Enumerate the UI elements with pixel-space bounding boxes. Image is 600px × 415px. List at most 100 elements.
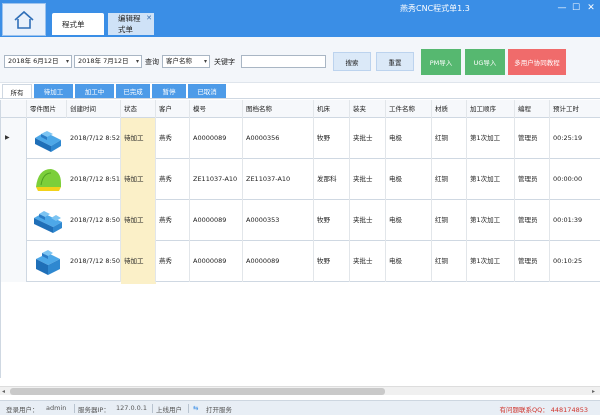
- search-button[interactable]: 搜索: [333, 52, 371, 71]
- query-label: 查询: [145, 58, 159, 66]
- cell-est-hours: 00:10:25: [550, 241, 600, 282]
- tab-pending[interactable]: 待加工: [34, 84, 73, 98]
- cell-machine: 牧野: [314, 118, 350, 159]
- query-field-select[interactable]: 客户名称 ▾: [162, 55, 210, 68]
- tab-edit-program-sheet[interactable]: 编辑程式单 ✕: [108, 13, 154, 35]
- cell-file-name: A0000356: [243, 118, 314, 159]
- col-mold[interactable]: 模号: [190, 100, 243, 118]
- part-thumbnail-blue-stepped: [34, 211, 62, 233]
- col-part-name[interactable]: 工件名称: [386, 100, 432, 118]
- tab-cancelled[interactable]: 已取消: [188, 84, 226, 98]
- home-icon: [14, 10, 34, 29]
- plug-icon: ⇆: [193, 404, 199, 412]
- horizontal-scrollbar[interactable]: ◂ ▸: [0, 386, 600, 395]
- cell-file-name: A0000353: [243, 200, 314, 241]
- col-programmer[interactable]: 编程: [515, 100, 550, 118]
- scroll-right-icon[interactable]: ▸: [592, 387, 595, 396]
- col-created[interactable]: 创建时间: [67, 100, 121, 118]
- table-row[interactable]: 2018/7/12 8:51 待加工 燕秀 ZE11037-A10 ZE1103…: [1, 159, 600, 200]
- cell-part-name: 电极: [386, 200, 432, 241]
- cell-machine: 牧野: [314, 200, 350, 241]
- divider: [152, 404, 153, 413]
- cell-programmer: 管理员: [515, 241, 550, 282]
- cell-customer: 燕秀: [156, 118, 190, 159]
- scrollbar-thumb[interactable]: [10, 388, 385, 395]
- cell-part-name: 电极: [386, 241, 432, 282]
- tab-all[interactable]: 所有: [2, 84, 32, 98]
- status-bar: 登录用户： admin 服务器IP： 127.0.0.1 上线用户 ⇆ 打开服务…: [0, 400, 600, 415]
- minimize-button[interactable]: —: [556, 2, 568, 14]
- cell-machine: 牧野: [314, 241, 350, 282]
- tab-processing[interactable]: 加工中: [75, 84, 114, 98]
- date-from-picker[interactable]: 2018年 6月12日 ▾: [4, 55, 72, 68]
- col-customer[interactable]: 客户: [156, 100, 190, 118]
- ug-import-button[interactable]: UG导入: [465, 49, 505, 75]
- multi-user-tutorial-button[interactable]: 多用户协同教程: [508, 49, 566, 75]
- cell-mold: A0000089: [190, 118, 243, 159]
- tab-paused[interactable]: 暂停: [152, 84, 186, 98]
- table-header: 零件图片 创建时间 状态 客户 模号 图档名称 机床 装夹 工件名称 材质 加工…: [1, 100, 600, 118]
- close-icon[interactable]: ✕: [146, 14, 152, 22]
- row-header[interactable]: [1, 200, 27, 241]
- cell-status: 待加工: [121, 118, 156, 159]
- cell-status: 待加工: [121, 159, 156, 200]
- cell-created: 2018/7/12 8:50: [67, 200, 121, 241]
- server-label: 服务器IP：: [78, 406, 110, 414]
- tab-program-sheet[interactable]: 程式单: [52, 13, 104, 35]
- login-label: 登录用户：: [6, 406, 39, 414]
- row-header[interactable]: [1, 159, 27, 200]
- cell-material: 红铜: [432, 200, 467, 241]
- cell-status: 待加工: [121, 200, 156, 241]
- cell-est-hours: 00:01:39: [550, 200, 600, 241]
- filter-bar: 2018年 6月12日 ▾ 2018年 7月12日 ▾ 查询 客户名称 ▾ 关键…: [0, 37, 600, 83]
- tab-completed[interactable]: 已完成: [116, 84, 150, 98]
- keyword-input[interactable]: [241, 55, 326, 68]
- part-thumbnail-blue-block: [35, 131, 61, 152]
- col-part-image[interactable]: 零件图片: [27, 100, 67, 118]
- table-row[interactable]: 2018/7/12 8:50 待加工 燕秀 A0000089 A0000089 …: [1, 241, 600, 282]
- chevron-down-icon: ▾: [203, 58, 207, 65]
- col-status[interactable]: 状态: [121, 100, 156, 118]
- cell-customer: 燕秀: [156, 200, 190, 241]
- title-bar: 程式单 编辑程式单 ✕ 燕秀CNC程式单1.3 — ☐ ✕: [0, 0, 600, 37]
- cell-part-name: 电极: [386, 159, 432, 200]
- cell-material: 红铜: [432, 118, 467, 159]
- open-service-link[interactable]: 打开服务: [206, 404, 232, 414]
- cell-mold: ZE11037-A10: [190, 159, 243, 200]
- row-header[interactable]: ▶: [1, 118, 27, 159]
- cell-created: 2018/7/12 8:51: [67, 159, 121, 200]
- cell-customer: 燕秀: [156, 241, 190, 282]
- row-header[interactable]: [1, 241, 27, 282]
- home-button[interactable]: [2, 3, 46, 36]
- program-table: 零件图片 创建时间 状态 客户 模号 图档名称 机床 装夹 工件名称 材质 加工…: [0, 100, 600, 378]
- maximize-button[interactable]: ☐: [570, 2, 582, 14]
- cell-est-hours: 00:25:19: [550, 118, 600, 159]
- scroll-left-icon[interactable]: ◂: [2, 387, 5, 396]
- pm-import-button[interactable]: PM导入: [421, 49, 461, 75]
- cell-order: 第1次加工: [467, 200, 515, 241]
- col-machine[interactable]: 机床: [314, 100, 350, 118]
- col-est-hours[interactable]: 预计工时: [550, 100, 600, 118]
- col-order[interactable]: 加工顺序: [467, 100, 515, 118]
- col-clamp[interactable]: 装夹: [350, 100, 386, 118]
- contact-qq: 有问题联系QQ： 448174853: [499, 406, 588, 414]
- cell-programmer: 管理员: [515, 200, 550, 241]
- reset-button[interactable]: 重置: [376, 52, 414, 71]
- cell-part-name: 电极: [386, 118, 432, 159]
- cell-mold: A0000089: [190, 241, 243, 282]
- part-thumbnail-green-dome: [36, 169, 61, 191]
- col-file-name[interactable]: 图档名称: [243, 100, 314, 118]
- chevron-down-icon: ▾: [135, 58, 139, 65]
- cell-programmer: 管理员: [515, 118, 550, 159]
- table-row[interactable]: ▶ 2018/7/12 8:52 待加工 燕秀 A0000089 A000035…: [1, 118, 600, 159]
- status-tabs: 所有 待加工 加工中 已完成 暂停 已取消: [0, 83, 600, 99]
- divider: [74, 404, 75, 413]
- cell-mold: A0000089: [190, 200, 243, 241]
- col-material[interactable]: 材质: [432, 100, 467, 118]
- table-row[interactable]: 2018/7/12 8:50 待加工 燕秀 A0000089 A0000353 …: [1, 200, 600, 241]
- cell-status: 待加工: [121, 241, 156, 282]
- row-header-corner: [1, 100, 27, 118]
- close-window-button[interactable]: ✕: [585, 2, 597, 14]
- tab-label: 编辑程式单: [118, 14, 141, 34]
- date-to-picker[interactable]: 2018年 7月12日 ▾: [74, 55, 142, 68]
